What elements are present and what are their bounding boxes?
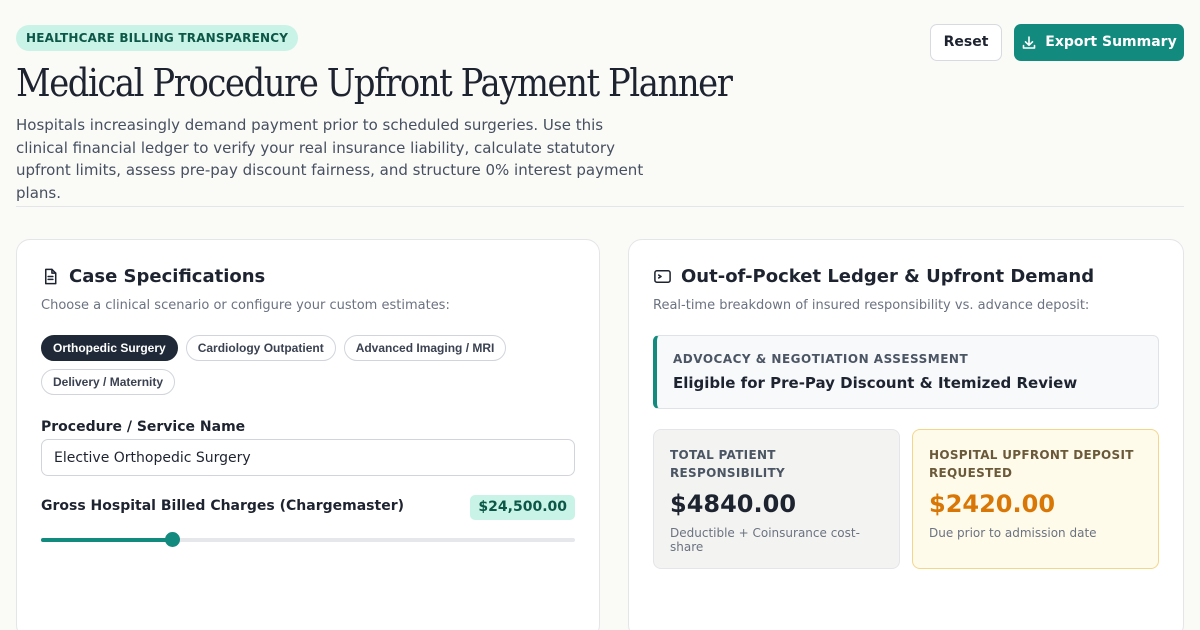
procedure-name-input[interactable] — [41, 439, 575, 476]
header-divider — [16, 206, 1184, 207]
upfront-deposit-label: HOSPITAL UPFRONT DEPOSIT REQUESTED — [929, 448, 1134, 480]
advocacy-value: Eligible for Pre-Pay Discount & Itemized… — [673, 374, 1078, 392]
total-responsibility-amount: $4840.00 — [670, 490, 797, 518]
scenario-chip-cardiology[interactable]: Cardiology Outpatient — [185, 335, 336, 361]
export-summary-button[interactable]: Export Summary — [1014, 24, 1184, 61]
upfront-deposit-card: HOSPITAL UPFRONT DEPOSIT REQUESTED $2420… — [912, 429, 1159, 569]
scenario-chip-imaging[interactable]: Advanced Imaging / MRI — [343, 335, 507, 361]
upfront-deposit-amount: $2420.00 — [929, 490, 1056, 518]
page-subtitle: Hospitals increasingly demand payment pr… — [16, 116, 644, 202]
gross-charges-value: $24,500.00 — [470, 495, 575, 520]
total-responsibility-card: TOTAL PATIENT RESPONSIBILITY $4840.00 De… — [653, 429, 900, 569]
page-title: Medical Procedure Upfront Payment Planne… — [16, 61, 733, 105]
gross-charges-label: Gross Hospital Billed Charges (Chargemas… — [41, 498, 404, 514]
case-specifications-header: Case Specifications — [41, 266, 265, 287]
total-responsibility-note: Deductible + Coinsurance cost-share — [670, 526, 860, 554]
document-icon — [44, 268, 57, 285]
upfront-deposit-note: Due prior to admission date — [929, 526, 1097, 540]
gross-charges-slider[interactable] — [41, 532, 575, 547]
gross-charges-slider-fill — [41, 538, 172, 542]
header-badge: HEALTHCARE BILLING TRANSPARENCY — [16, 25, 299, 51]
reset-button[interactable]: Reset — [930, 24, 1002, 61]
ledger-title: Out-of-Pocket Ledger & Upfront Demand — [681, 266, 1095, 287]
ledger-subtitle: Real-time breakdown of insured responsib… — [653, 298, 1090, 313]
procedure-name-label: Procedure / Service Name — [41, 419, 246, 435]
scenario-chip-orthopedic[interactable]: Orthopedic Surgery — [41, 335, 178, 361]
download-icon — [1022, 35, 1036, 49]
total-responsibility-label: TOTAL PATIENT RESPONSIBILITY — [670, 448, 786, 480]
ledger-card: Out-of-Pocket Ledger & Upfront Demand Re… — [628, 239, 1184, 630]
export-summary-label: Export Summary — [1045, 34, 1177, 50]
wallet-icon — [654, 270, 671, 283]
gross-charges-slider-thumb[interactable] — [164, 532, 180, 547]
case-specifications-title: Case Specifications — [69, 266, 266, 287]
advocacy-assessment-box: ADVOCACY & NEGOTIATION ASSESSMENT Eligib… — [653, 335, 1159, 409]
scenario-chip-maternity[interactable]: Delivery / Maternity — [41, 369, 176, 395]
case-specifications-subtitle: Choose a clinical scenario or configure … — [41, 298, 450, 313]
case-specifications-card: Case Specifications Choose a clinical sc… — [16, 239, 600, 630]
advocacy-label: ADVOCACY & NEGOTIATION ASSESSMENT — [673, 352, 969, 366]
scenario-chips: Orthopedic Surgery Cardiology Outpatient… — [41, 335, 581, 395]
ledger-header: Out-of-Pocket Ledger & Upfront Demand — [653, 266, 1094, 287]
